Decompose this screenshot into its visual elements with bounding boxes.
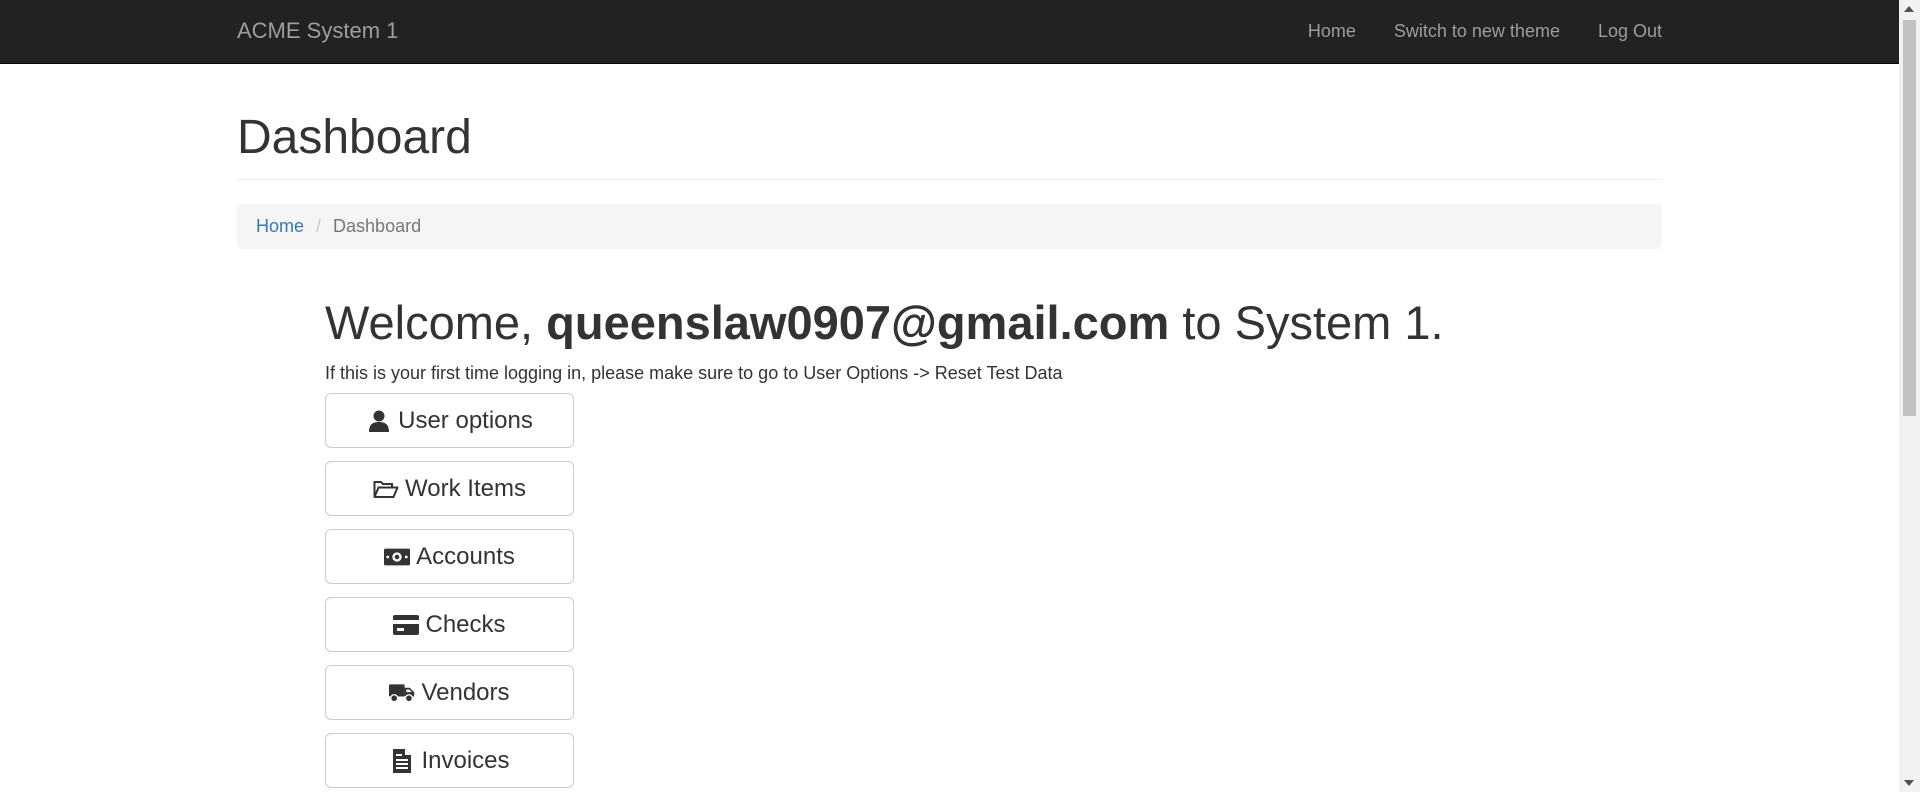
checks-label: Checks (425, 610, 506, 638)
welcome-suffix: to System 1. (1182, 295, 1444, 349)
user-options-label: User options (398, 406, 533, 434)
page: ACME System 1 Home Switch to new theme L… (0, 0, 1920, 792)
checks-button[interactable]: Checks (325, 597, 574, 653)
folder-open-icon (373, 477, 399, 501)
first-login-hint: If this is your first time logging in, p… (325, 363, 1063, 384)
vendors-button[interactable]: Vendors (325, 665, 574, 721)
nav-links: Home Switch to new theme Log Out (1270, 0, 1662, 63)
content-container: Dashboard Home / Dashboard Welcome, quee… (237, 63, 1662, 792)
breadcrumb: Home / Dashboard (237, 203, 1662, 249)
vertical-scrollbar[interactable] (1899, 0, 1920, 792)
file-text-icon (389, 748, 415, 773)
invoices-button[interactable]: Invoices (325, 733, 574, 789)
scroll-thumb[interactable] (1903, 20, 1916, 416)
accounts-button[interactable]: Accounts (325, 529, 574, 585)
money-icon (384, 545, 411, 569)
truck-icon (389, 681, 415, 705)
welcome-heading: Welcome, queenslaw0907@gmail.com to Syst… (325, 295, 1662, 349)
scroll-down-arrow-icon[interactable] (1904, 780, 1914, 786)
breadcrumb-current: Dashboard (333, 215, 422, 236)
user-icon (366, 409, 392, 433)
dashboard-button-list: User options Work Items Accounts Checks … (325, 393, 1662, 789)
welcome-prefix: Welcome, (325, 295, 534, 349)
main-content: Welcome, queenslaw0907@gmail.com to Syst… (325, 295, 1662, 789)
breadcrumb-separator: / (316, 215, 322, 236)
invoices-label: Invoices (421, 746, 510, 774)
breadcrumb-home-link[interactable]: Home (256, 216, 304, 237)
page-header: Dashboard (237, 63, 1662, 180)
welcome-user-email: queenslaw0907@gmail.com (546, 295, 1170, 349)
scroll-up-arrow-icon[interactable] (1904, 6, 1914, 12)
work-items-label: Work Items (405, 474, 526, 502)
page-title: Dashboard (237, 111, 472, 164)
credit-card-icon (393, 613, 420, 637)
nav-logout-link[interactable]: Log Out (1560, 21, 1662, 42)
work-items-button[interactable]: Work Items (325, 461, 574, 517)
vendors-label: Vendors (421, 678, 510, 706)
brand-link[interactable]: ACME System 1 (237, 18, 398, 44)
nav-home-link[interactable]: Home (1270, 21, 1356, 42)
user-options-button[interactable]: User options (325, 393, 574, 449)
top-navbar: ACME System 1 Home Switch to new theme L… (0, 0, 1899, 64)
nav-switch-theme-link[interactable]: Switch to new theme (1356, 21, 1560, 42)
accounts-label: Accounts (416, 542, 515, 570)
